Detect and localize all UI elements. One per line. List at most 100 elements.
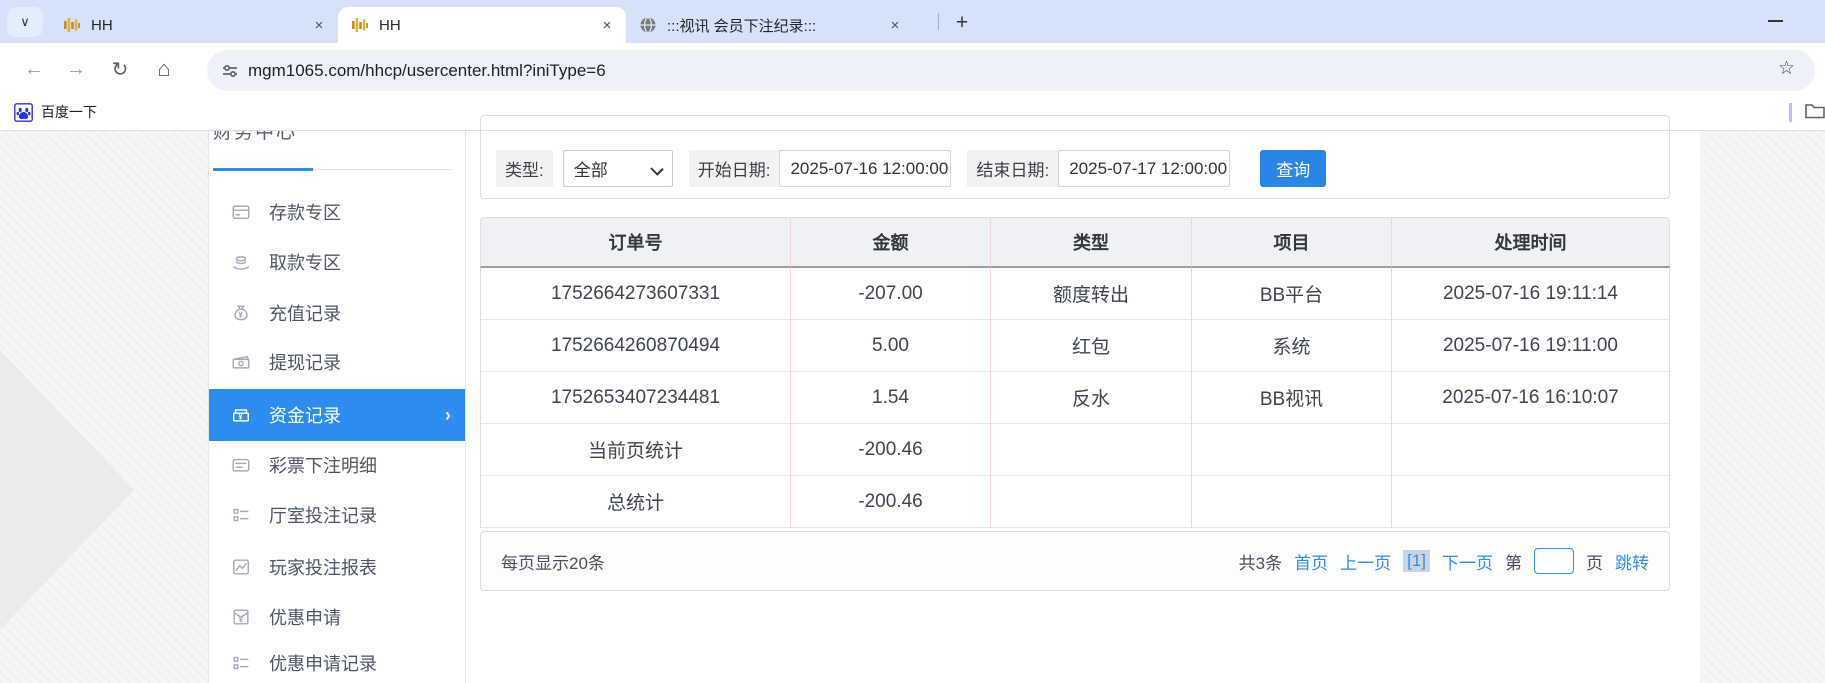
cell-empty <box>1392 476 1670 528</box>
prev-page-link[interactable]: 上一页 <box>1340 549 1391 574</box>
back-button[interactable]: ← <box>20 55 48 83</box>
cell-amount: -207.00 <box>791 268 991 320</box>
sidebar-item-promo-apply[interactable]: ¥ 优惠申请 <box>209 595 465 639</box>
col-process-time: 处理时间 <box>1392 217 1670 268</box>
other-bookmarks-folder-icon[interactable] <box>1804 101 1825 121</box>
table-row: 1752653407234481 1.54 反水 BB视讯 2025-07-16… <box>480 372 1670 424</box>
sidebar-item-withdrawal-records[interactable]: 提现记录 <box>209 340 465 384</box>
promo-ticket-icon: ¥ <box>231 607 251 627</box>
site-page: 财务中心 存款专区 取款专区 <box>0 131 1825 683</box>
query-button[interactable]: 查询 <box>1260 150 1326 187</box>
svg-text:¥: ¥ <box>238 311 243 320</box>
start-date-value: 2025-07-16 12:00:00 <box>790 159 948 179</box>
tab-title: :::视讯 会员下注纪录::: <box>667 15 886 36</box>
total-count-text: 共3条 <box>1239 549 1282 574</box>
jump-prefix-text: 第 <box>1505 549 1522 574</box>
cell-project: BB平台 <box>1192 268 1392 320</box>
first-page-link[interactable]: 首页 <box>1294 549 1328 574</box>
close-icon[interactable]: × <box>886 16 904 34</box>
address-bar[interactable]: mgm1065.com/hhcp/usercenter.html?iniType… <box>207 50 1815 91</box>
sidebar-item-funds-records[interactable]: ¥ 资金记录 › <box>209 389 465 441</box>
waveform-favicon <box>63 16 81 34</box>
site-settings-icon[interactable] <box>221 62 239 80</box>
col-amount: 金额 <box>791 217 991 268</box>
jump-button[interactable]: 跳转 <box>1615 549 1649 574</box>
cell-process-time: 2025-07-16 19:11:14 <box>1392 268 1670 320</box>
deposit-icon <box>231 202 251 222</box>
sidebar-item-label: 彩票下注明细 <box>269 452 377 478</box>
filter-box: 类型: 全部 开始日期: 2025-07-16 12:00:00 结束日期: 2… <box>480 115 1670 199</box>
home-icon: ⌂ <box>157 56 170 82</box>
chevron-down-icon: ∨ <box>20 14 30 30</box>
bookmark-star-icon[interactable]: ☆ <box>1778 57 1795 80</box>
cell-amount: 1.54 <box>791 372 991 424</box>
reload-icon: ↻ <box>112 57 129 82</box>
cell-process-time: 2025-07-16 16:10:07 <box>1392 372 1670 424</box>
money-bag-icon: ¥ <box>231 303 251 323</box>
cell-amount: -200.46 <box>791 476 991 528</box>
home-button[interactable]: ⌂ <box>150 55 178 83</box>
minimize-button[interactable] <box>1768 20 1783 22</box>
type-select-value: 全部 <box>574 156 608 181</box>
table-row-grand-total: 总统计 -200.46 <box>480 476 1670 528</box>
reload-button[interactable]: ↻ <box>106 55 134 83</box>
forward-button[interactable]: → <box>62 55 90 83</box>
page-left-background <box>0 131 208 683</box>
svg-text:¥: ¥ <box>238 615 243 624</box>
sidebar-item-recharge-records[interactable]: ¥ 充值记录 <box>209 291 465 335</box>
chevron-right-icon: › <box>445 405 451 426</box>
report-chart-icon <box>231 557 251 577</box>
tab-hh-1[interactable]: HH × <box>50 7 338 43</box>
current-page-badge: [1] <box>1403 550 1430 572</box>
forward-icon: → <box>66 58 86 81</box>
url-text[interactable]: mgm1065.com/hhcp/usercenter.html?iniType… <box>248 61 606 81</box>
tab-search-button[interactable]: ∨ <box>7 7 43 37</box>
type-select[interactable]: 全部 <box>563 150 673 187</box>
cell-project: 系统 <box>1192 320 1392 372</box>
back-icon: ← <box>24 58 44 81</box>
next-page-link[interactable]: 下一页 <box>1442 549 1493 574</box>
sidebar-item-label: 取款专区 <box>269 249 341 275</box>
end-date-label: 结束日期: <box>967 150 1058 187</box>
sidebar-item-label: 厅室投注记录 <box>269 502 377 528</box>
sidebar-item-label: 资金记录 <box>269 402 341 428</box>
sidebar-item-label: 优惠申请记录 <box>269 650 377 676</box>
sidebar-item-withdraw[interactable]: 取款专区 <box>209 240 465 284</box>
sidebar-item-label: 玩家投注报表 <box>269 554 377 580</box>
cell-label: 总统计 <box>480 476 791 528</box>
cell-order-no: 1752664260870494 <box>480 320 791 372</box>
tab-betting-records[interactable]: :::视讯 会员下注纪录::: × <box>626 7 914 43</box>
cell-amount: -200.46 <box>791 424 991 476</box>
cell-type: 额度转出 <box>991 268 1192 320</box>
select-caret-icon <box>650 162 663 175</box>
sidebar-item-promo-apply-records[interactable]: 优惠申请记录 <box>209 641 465 683</box>
table-row: 1752664273607331 -207.00 额度转出 BB平台 2025-… <box>480 268 1670 320</box>
baidu-paw-icon <box>14 103 33 122</box>
sidebar-item-deposit[interactable]: 存款专区 <box>209 190 465 234</box>
start-date-label: 开始日期: <box>689 150 780 187</box>
jump-suffix-text: 页 <box>1586 549 1603 574</box>
tab-hh-2-active[interactable]: HH × <box>338 7 626 43</box>
list-icon <box>231 505 251 525</box>
bookmark-baidu[interactable]: 百度一下 <box>14 99 97 125</box>
close-icon[interactable]: × <box>598 16 616 34</box>
sidebar-header-clipped: 财务中心 <box>213 131 453 157</box>
sidebar-item-lottery-bet-details[interactable]: 彩票下注明细 <box>209 443 465 487</box>
sidebar-item-hall-bet-records[interactable]: 厅室投注记录 <box>209 493 465 537</box>
close-icon[interactable]: × <box>310 16 328 34</box>
cell-empty <box>991 476 1192 528</box>
col-order-no: 订单号 <box>480 217 791 268</box>
jump-page-input[interactable] <box>1534 548 1574 574</box>
funds-record-icon: ¥ <box>231 405 251 425</box>
page-right-background <box>1700 131 1825 683</box>
new-tab-button[interactable]: + <box>948 9 976 37</box>
funds-record-main: 类型: 全部 开始日期: 2025-07-16 12:00:00 结束日期: 2… <box>466 131 1700 683</box>
page-size-text: 每页显示20条 <box>501 549 605 574</box>
sidebar-item-label: 优惠申请 <box>269 604 341 630</box>
screen: ∨ HH × HH × <box>0 0 1825 683</box>
sidebar-item-player-bet-report[interactable]: 玩家投注报表 <box>209 545 465 589</box>
cell-type: 红包 <box>991 320 1192 372</box>
user-center-sidebar: 财务中心 存款专区 取款专区 <box>208 131 466 683</box>
start-date-input[interactable]: 2025-07-16 12:00:00 <box>779 150 951 187</box>
end-date-input[interactable]: 2025-07-17 12:00:00 <box>1058 150 1230 187</box>
